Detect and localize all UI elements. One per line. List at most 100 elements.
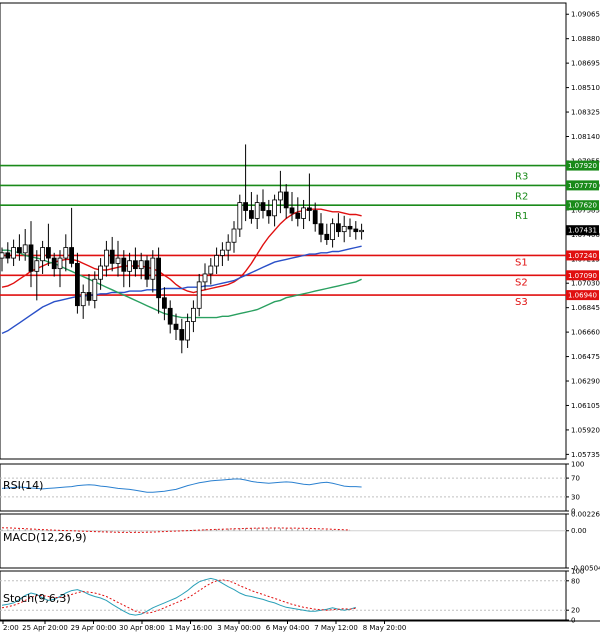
indicator-tick-label: 80: [571, 577, 580, 585]
candle-body: [295, 212, 301, 219]
candle: [283, 184, 289, 219]
candle: [324, 223, 330, 245]
candle-body: [272, 199, 278, 217]
candle-body: [144, 260, 150, 280]
price-tick-label: 1.06105: [571, 402, 600, 410]
candle-body: [69, 247, 74, 264]
candle: [40, 240, 45, 274]
candle: [330, 218, 336, 248]
level-value-s2: 1.07090: [568, 272, 597, 280]
current-price-label: 1.07431: [568, 227, 597, 235]
panel-frame: [0, 570, 567, 621]
candle: [80, 284, 86, 319]
candle-body: [301, 207, 307, 219]
candle: [156, 247, 162, 314]
price-tick-label: 1.07030: [571, 280, 600, 288]
candle: [196, 273, 202, 317]
candle: [63, 234, 69, 272]
time-tick-label: 8 May 20:00: [363, 624, 407, 632]
candle-body: [150, 257, 156, 280]
price-tick-label: 1.08325: [571, 109, 600, 117]
level-name-r2: R2: [515, 191, 528, 202]
price-tick-label: 1.06475: [571, 353, 600, 361]
candle: [301, 199, 307, 230]
candle-body: [34, 260, 40, 272]
candle-body: [161, 297, 167, 309]
candle: [248, 192, 254, 224]
candle-body: [28, 244, 34, 272]
candle: [266, 199, 272, 224]
candle: [16, 234, 22, 261]
candle-body: [341, 225, 347, 233]
candle-body: [202, 273, 208, 283]
panel-frame: [0, 2, 567, 460]
price-tick-label: 1.08880: [571, 35, 600, 43]
candle: [167, 300, 173, 334]
candle-body: [132, 260, 138, 270]
candle-body: [92, 278, 98, 301]
candle-body: [51, 257, 57, 270]
candle: [144, 255, 150, 288]
candle: [312, 202, 318, 232]
candle-body: [254, 202, 260, 219]
time-tick-label: 25 Apr 20:00: [22, 624, 68, 632]
candle: [92, 271, 98, 309]
candle: [190, 300, 196, 333]
candle-body: [283, 191, 289, 209]
candle-body: [173, 323, 179, 330]
level-name-r3: R3: [515, 172, 528, 183]
candle-body: [243, 202, 249, 211]
candle: [335, 213, 341, 237]
indicator-tick-label: 0.002266: [571, 511, 600, 519]
panel-frame: [0, 463, 567, 512]
candle-body: [190, 307, 196, 322]
time-tick-label: 30 Apr 08:00: [119, 624, 165, 632]
candle-body: [0, 252, 5, 259]
candle: [150, 250, 156, 293]
candle-body: [266, 210, 272, 217]
candle: [225, 234, 231, 261]
candle: [347, 218, 353, 237]
moving-average-line-1: [1, 208, 362, 294]
candle-body: [248, 210, 254, 219]
candle-body: [312, 210, 318, 225]
candle-body: [63, 247, 69, 259]
candle: [11, 239, 17, 267]
candle-body: [289, 207, 295, 214]
candle: [306, 173, 312, 222]
candle-body: [237, 202, 243, 230]
candle: [173, 313, 179, 341]
price-tick-label: 1.09065: [571, 11, 600, 19]
time-tick-label: 6 May 04:00: [266, 624, 310, 632]
candle-body: [330, 223, 336, 240]
candle-body: [167, 307, 173, 325]
candle: [132, 247, 138, 277]
candle-body: [75, 262, 80, 307]
price-tick-label: 1.06290: [571, 378, 600, 386]
candle-body: [260, 202, 266, 211]
candle: [28, 221, 34, 288]
candle: [161, 287, 167, 321]
candle: [208, 258, 214, 285]
candle: [69, 207, 74, 268]
price-tick-label: 1.08510: [571, 84, 600, 92]
candle-body: [115, 257, 121, 264]
candle: [277, 170, 283, 214]
candle-body: [324, 233, 330, 240]
candle: [260, 189, 266, 219]
price-tick-label: 1.05920: [571, 426, 600, 434]
candle-body: [225, 241, 231, 251]
candle: [272, 194, 278, 227]
indicator-tick-label: 30: [571, 493, 580, 501]
candle: [237, 194, 243, 237]
time-tick-label: 2:00: [3, 624, 19, 632]
candle: [115, 240, 121, 277]
price-tick-label: 1.05735: [571, 451, 600, 459]
candle-body: [80, 292, 86, 307]
candle: [214, 247, 220, 274]
indicator-tick-label: 100: [571, 568, 584, 576]
candle: [254, 194, 260, 230]
level-name-r1: R1: [515, 211, 528, 222]
candle-body: [219, 249, 225, 256]
indicator-tick-label: 100: [571, 461, 584, 469]
